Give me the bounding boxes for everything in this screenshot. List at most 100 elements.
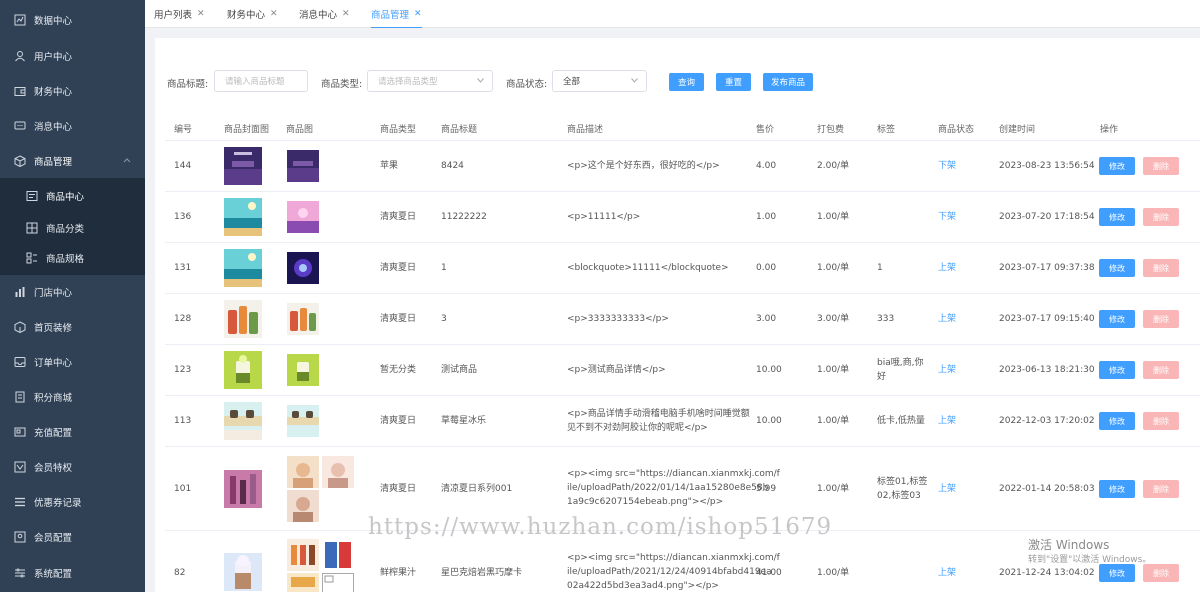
sidebar-item-member-config[interactable]: 会员配置 — [0, 519, 145, 554]
cell-fee: 2.00/单 — [817, 161, 850, 171]
reset-button[interactable]: 重置 — [716, 73, 751, 91]
status-toggle-link[interactable]: 上架 — [938, 261, 956, 275]
status-toggle-link[interactable]: 下架 — [938, 210, 956, 224]
product-image — [287, 456, 319, 488]
cell-time: 2023-07-17 09:15:40 — [999, 314, 1095, 324]
header-status: 商品状态 — [938, 125, 975, 135]
cell-price: 1.00 — [756, 212, 777, 222]
status-toggle-link[interactable]: 上架 — [938, 312, 956, 326]
delete-button[interactable]: 删除 — [1143, 157, 1179, 175]
sidebar-item-label: 用户中心 — [34, 51, 73, 63]
tab-user-list[interactable]: 用户列表 ✕ — [154, 0, 205, 28]
product-image — [287, 201, 319, 233]
sidebar-item-system-config[interactable]: 系统配置 — [0, 555, 145, 590]
sidebar-item-member-privilege[interactable]: 会员特权 — [0, 449, 145, 484]
status-select[interactable]: 全部 — [552, 70, 647, 92]
sidebar-item-finance[interactable]: 财务中心 — [0, 73, 145, 108]
header-images: 商品图 — [286, 125, 314, 135]
sidebar-item-user-center[interactable]: 用户中心 — [0, 38, 145, 73]
message-icon — [14, 120, 26, 132]
cell-desc: 1a9c9c6207154ebeab.png"></p> — [567, 497, 724, 507]
edit-button[interactable]: 修改 — [1099, 208, 1135, 226]
close-icon[interactable]: ✕ — [414, 9, 422, 19]
title-search-input[interactable]: 请输入商品标题 — [214, 70, 308, 92]
title-filter-label: 商品标题: — [167, 79, 209, 90]
product-image — [287, 354, 319, 386]
cell-desc: ile/uploadPath/2022/01/14/1aa15280e8e58b — [567, 483, 769, 493]
chevron-down-icon — [477, 78, 484, 83]
sidebar-item-label: 商品中心 — [46, 191, 85, 203]
cell-desc: <p>这个是个好东西，很好吃的</p> — [567, 161, 720, 171]
delete-button[interactable]: 删除 — [1143, 259, 1179, 277]
status-toggle-link[interactable]: 上架 — [938, 414, 956, 428]
tab-message-center[interactable]: 消息中心 ✕ — [299, 0, 350, 28]
cell-time: 2023-08-23 13:56:54 — [999, 161, 1095, 171]
sidebar-item-label: 优惠券记录 — [34, 497, 82, 509]
type-select[interactable]: 请选择商品类型 — [367, 70, 493, 92]
edit-button[interactable]: 修改 — [1099, 412, 1135, 430]
edit-button[interactable]: 修改 — [1099, 361, 1135, 379]
cell-tags: 1 — [877, 263, 883, 273]
edit-button[interactable]: 修改 — [1099, 480, 1135, 498]
search-button[interactable]: 查询 — [669, 73, 704, 91]
delete-button[interactable]: 删除 — [1143, 310, 1179, 328]
delete-button[interactable]: 删除 — [1143, 480, 1179, 498]
delete-button[interactable]: 删除 — [1143, 208, 1179, 226]
cell-desc: <p>3333333333</p> — [567, 314, 669, 324]
tab-label: 用户列表 — [154, 10, 193, 21]
sidebar-item-points-mall[interactable]: 积分商城 — [0, 379, 145, 414]
cube-icon — [14, 320, 26, 333]
status-toggle-link[interactable]: 上架 — [938, 566, 956, 580]
grid-icon — [26, 222, 38, 234]
sidebar-item-product-management[interactable]: 商品管理 — [0, 143, 145, 178]
product-image — [287, 573, 319, 592]
header-id: 编号 — [174, 125, 193, 135]
delete-button[interactable]: 删除 — [1143, 564, 1179, 582]
cell-desc: <p>商品详情手动滑稽电脑手机啥时间睡觉额 — [567, 409, 750, 419]
delete-button[interactable]: 删除 — [1143, 361, 1179, 379]
cell-price: 41.00 — [756, 568, 782, 578]
sidebar-item-home-decoration[interactable]: 首页装修 — [0, 309, 145, 344]
title-placeholder: 请输入商品标题 — [225, 77, 285, 87]
edit-button[interactable]: 修改 — [1099, 259, 1135, 277]
cell-time: 2023-07-20 17:18:54 — [999, 212, 1095, 222]
cell-price: 5.99 — [756, 484, 777, 494]
edit-button[interactable]: 修改 — [1099, 564, 1135, 582]
status-toggle-link[interactable]: 上架 — [938, 482, 956, 496]
sidebar-item-orders[interactable]: 订单中心 — [0, 344, 145, 379]
edit-button[interactable]: 修改 — [1099, 157, 1135, 175]
sidebar-item-product-spec[interactable]: 商品规格 — [0, 240, 145, 275]
sidebar-item-label: 会员特权 — [34, 462, 73, 474]
cell-id: 101 — [174, 484, 192, 494]
cell-type: 清爽夏日 — [380, 263, 417, 273]
status-toggle-link[interactable]: 上架 — [938, 363, 956, 377]
sidebar-item-store-center[interactable]: 门店中心 — [0, 274, 145, 309]
close-icon[interactable]: ✕ — [342, 9, 350, 19]
sidebar-item-label: 消息中心 — [34, 121, 73, 133]
cell-desc: <blockquote>11111</blockquote> — [567, 263, 729, 273]
sidebar-item-recharge[interactable]: 充值配置 — [0, 414, 145, 449]
cell-tags: 标签01,标签 — [877, 477, 928, 487]
delete-button[interactable]: 删除 — [1143, 412, 1179, 430]
status-toggle-link[interactable]: 下架 — [938, 159, 956, 173]
tab-product-management[interactable]: 商品管理 ✕ — [371, 0, 422, 28]
sidebar-item-data-center[interactable]: 数据中心 — [0, 2, 145, 37]
close-icon[interactable]: ✕ — [197, 9, 205, 19]
cell-id: 136 — [174, 212, 192, 222]
cell-desc: <p>11111</p> — [567, 212, 641, 222]
product-image — [287, 539, 319, 571]
product-image — [287, 150, 319, 182]
tab-finance-center[interactable]: 财务中心 ✕ — [227, 0, 278, 28]
cell-tags: 低卡,低热量 — [877, 416, 925, 426]
edit-button[interactable]: 修改 — [1099, 310, 1135, 328]
sidebar-item-messages[interactable]: 消息中心 — [0, 108, 145, 143]
cell-price: 3.00 — [756, 314, 777, 324]
cover-image — [224, 249, 262, 287]
close-icon[interactable]: ✕ — [270, 9, 278, 19]
sidebar-item-product-center[interactable]: 商品中心 — [0, 178, 145, 213]
sidebar-item-coupon-records[interactable]: 优惠券记录 — [0, 484, 145, 519]
tab-label: 消息中心 — [299, 10, 338, 21]
cell-desc: <p><img src="https://diancan.xianmxkj.co… — [567, 469, 780, 479]
publish-product-button[interactable]: 发布商品 — [763, 73, 813, 91]
member-icon — [14, 531, 26, 543]
